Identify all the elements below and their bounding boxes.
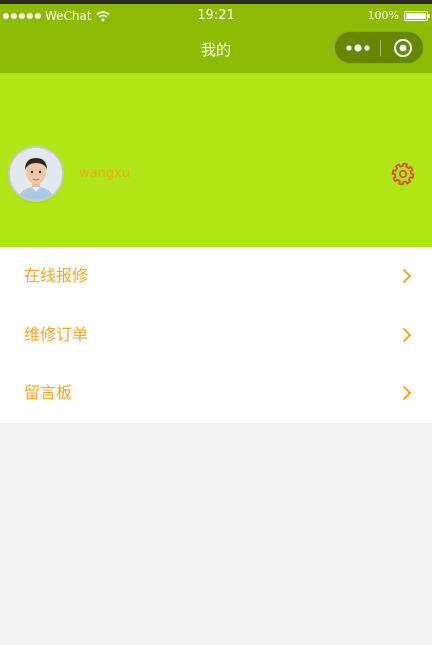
battery-icon: [404, 11, 430, 21]
status-bar: WeChat 19:21 100%: [0, 4, 432, 28]
profile-header: wangxu: [0, 73, 432, 247]
avatar[interactable]: [10, 148, 62, 200]
close-button[interactable]: [381, 32, 424, 63]
avatar-image: [10, 148, 62, 200]
menu-capsule: [334, 31, 424, 64]
more-button[interactable]: [335, 32, 380, 63]
menu-item-label: 维修订单: [24, 325, 89, 344]
gear-outline: [391, 162, 415, 186]
chevron-right-icon: [403, 328, 411, 342]
menu-item-online-repair[interactable]: 在线报修: [0, 247, 432, 305]
gear-hub: [399, 170, 408, 179]
menu-item-label: 留言板: [24, 383, 73, 402]
menu-item-message-board[interactable]: 留言板: [0, 364, 432, 422]
menu-item-repair-orders[interactable]: 维修订单: [0, 306, 432, 364]
status-right: 100%: [367, 9, 430, 23]
gear-icon[interactable]: [391, 162, 415, 186]
battery-fill: [406, 13, 426, 19]
more-dots-icon: [345, 43, 370, 52]
username: wangxu: [79, 166, 131, 181]
nav-bar: 我的: [0, 28, 432, 73]
menu-item-label: 在线报修: [24, 266, 89, 285]
chevron-right-icon: [403, 269, 411, 283]
chevron-right-icon: [403, 386, 411, 400]
battery-percent: 100%: [367, 9, 399, 22]
capsule-close-icon: [393, 38, 412, 57]
menu-list: 在线报修 维修订单 留言板: [0, 247, 432, 423]
